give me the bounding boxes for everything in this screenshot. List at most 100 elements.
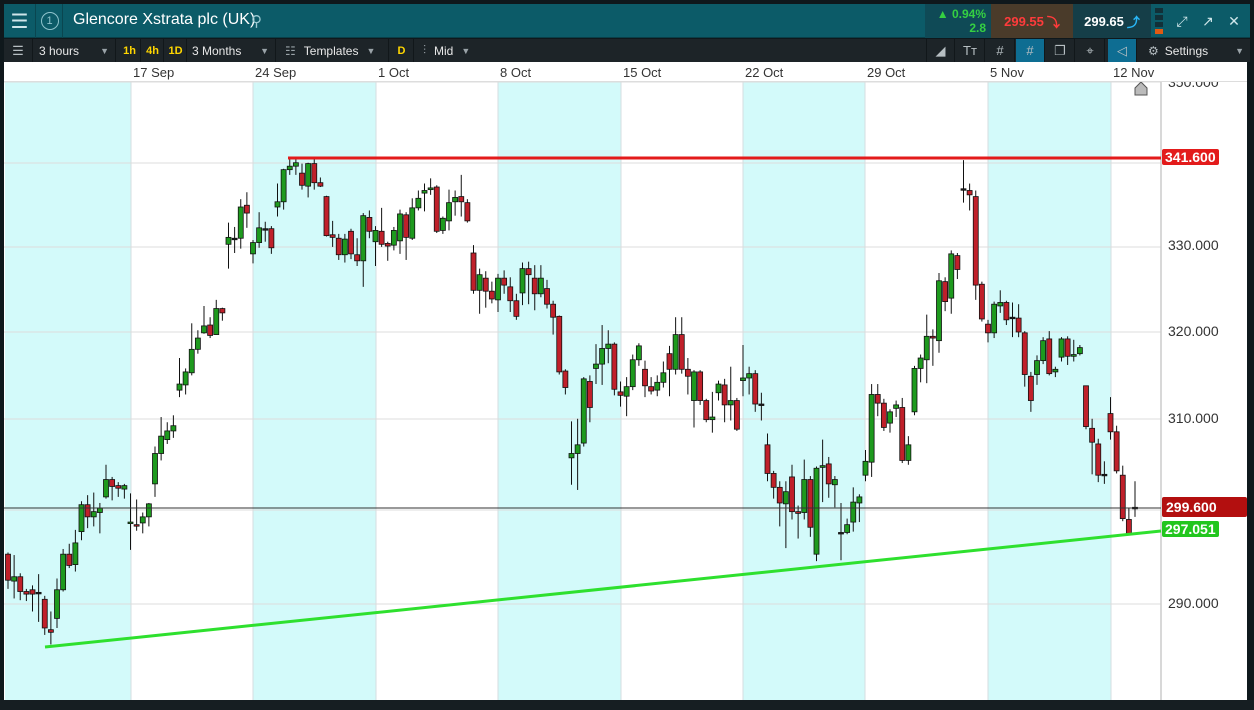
templates-button[interactable]: ☷ Templates ▼ [277, 39, 389, 62]
candle [623, 377, 630, 417]
candle-body [231, 237, 238, 241]
candle [427, 178, 434, 195]
candle [893, 400, 900, 418]
candle-body [366, 217, 373, 232]
tag-icon[interactable]: ◁ [1108, 39, 1137, 62]
candle [733, 397, 740, 431]
watch-number-button[interactable]: 1 [37, 4, 63, 38]
quick-1d[interactable]: 1D [165, 39, 187, 62]
text-icon[interactable]: Tт [956, 39, 985, 62]
interval-value: 3 hours [39, 43, 80, 58]
quick-4h[interactable]: 4h [142, 39, 164, 62]
candle [954, 252, 961, 280]
candlestick-plot[interactable] [4, 62, 1247, 700]
candle-body [593, 363, 599, 369]
candle-body [139, 516, 146, 524]
candle-body [752, 373, 759, 405]
candle-body [299, 172, 305, 186]
candle [1132, 481, 1138, 517]
week-shade [498, 82, 621, 700]
candle-body [488, 290, 495, 300]
d-button[interactable]: D [390, 39, 414, 62]
candle-body [446, 202, 452, 222]
price-type-select[interactable]: ⫶ Mid ▼ [415, 39, 495, 62]
candle [464, 199, 471, 223]
menu-button[interactable]: ☰ [4, 4, 36, 38]
candle [194, 330, 201, 354]
week-shade [743, 82, 865, 700]
scroll-home-icon[interactable] [1134, 81, 1148, 96]
candle-body [654, 381, 661, 391]
candle-body [415, 197, 422, 209]
candle-body [629, 359, 636, 388]
popout-icon[interactable]: ↗ [1196, 4, 1220, 38]
candle-body [219, 308, 226, 314]
candle-body [648, 386, 655, 392]
support-price-tag: 297.051 [1162, 521, 1219, 537]
candle-body [268, 228, 275, 249]
grid-icon[interactable]: # [986, 39, 1015, 62]
candle [948, 250, 955, 314]
close-icon[interactable]: ✕ [1222, 4, 1246, 38]
crosshair-icon[interactable]: ⌖ [1076, 39, 1105, 62]
candle [911, 365, 918, 416]
range-select[interactable]: 3 Months ▼ [188, 39, 276, 62]
candle-body [721, 384, 728, 406]
candle-body [819, 465, 826, 468]
date-tick: 1 Oct [378, 65, 410, 80]
arrow-down-icon: ⤵ [1046, 14, 1060, 30]
candle-body [789, 476, 795, 513]
candle-body [311, 163, 318, 184]
bottom-bar [0, 700, 1254, 710]
buy-price: 299.65 [1084, 13, 1124, 29]
date-tick: 29 Oct [867, 65, 906, 80]
candle [972, 190, 979, 300]
instrument-title[interactable]: Glencore Xstrata plc (UK) [73, 11, 255, 29]
candle-body [78, 504, 85, 533]
chart-toolbar: ☰ 3 hours ▼ 1h 4h 1D 3 Months ▼ ☷ Templates… [4, 39, 1250, 62]
change-percent: ▲ 0.94% [936, 7, 986, 21]
candle [684, 358, 691, 395]
chevron-down-icon: ▼ [461, 45, 471, 56]
candle-body [1125, 519, 1132, 534]
price-change: ▲ 0.94% 2.8 [925, 4, 991, 38]
candle [874, 384, 881, 417]
candle-body [574, 444, 581, 454]
candles-icon: ⫶ [423, 43, 427, 57]
expand-icon[interactable]: ⤢ [1170, 4, 1194, 38]
candle [145, 502, 152, 527]
candle [219, 307, 226, 321]
buy-price-button[interactable]: 299.65 ⤴ [1073, 4, 1151, 38]
list-icon[interactable]: ☰ [4, 39, 33, 62]
price-chart[interactable]: 17 Sep 24 Sep 1 Oct 8 Oct 15 Oct 22 Oct … [4, 62, 1247, 700]
candle [1119, 465, 1126, 522]
sell-price-button[interactable]: 299.55 ⤵ [991, 4, 1073, 38]
candle [152, 446, 158, 497]
draw-line-icon[interactable]: ◢ [926, 39, 955, 62]
settings-button[interactable]: ⚙ Settings ▼ [1140, 39, 1250, 62]
candle-body [1083, 385, 1089, 427]
search-icon[interactable]: ⚲ [251, 12, 262, 30]
interval-select[interactable]: 3 hours ▼ [34, 39, 116, 62]
quick-1h[interactable]: 1h [119, 39, 141, 62]
candle-body [470, 252, 477, 291]
grid-edit-icon[interactable]: # [1016, 39, 1045, 62]
candle [813, 466, 820, 562]
candle [697, 370, 704, 405]
candle-body [727, 400, 734, 406]
candle-body [972, 196, 979, 286]
candle-body [378, 230, 385, 245]
candle-body [568, 453, 575, 459]
candle-body [225, 236, 232, 245]
candle-body [127, 521, 134, 524]
candle-body [11, 576, 18, 582]
price-tick: 310.000 [1168, 410, 1219, 426]
date-tick: 17 Sep [133, 65, 175, 80]
candle [1040, 337, 1047, 365]
candle-body [599, 348, 606, 365]
candle-body [84, 504, 91, 518]
layers-icon[interactable]: ❐ [1046, 39, 1075, 62]
candle-body [1027, 375, 1034, 401]
candle [158, 417, 165, 461]
candle-body [433, 186, 440, 232]
